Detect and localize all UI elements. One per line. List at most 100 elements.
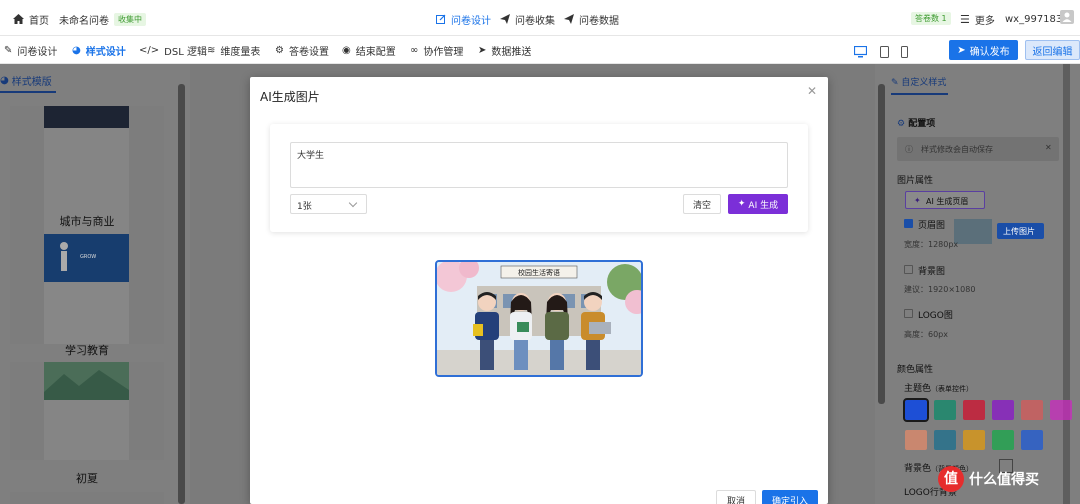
- palette-icon: ◕: [72, 45, 81, 56]
- toolbar-item-data-push[interactable]: ➤ 数据推送: [478, 44, 532, 58]
- gear-icon: ⚙: [275, 45, 284, 56]
- right-panel-scrollbar-left[interactable]: [878, 84, 885, 404]
- upload-button[interactable]: 上传图片: [997, 223, 1044, 239]
- template-card-early-summer[interactable]: [10, 362, 164, 460]
- mobile-icon[interactable]: [901, 46, 908, 58]
- template-thumbnail-body: [44, 282, 129, 344]
- ai-generate-button[interactable]: ✦ AI 生成: [728, 194, 788, 214]
- top-bar: 首页 未命名问卷 收集中 问卷设计 问卷收集 问卷数据 答卷数 1 ☰ 更多 w…: [0, 0, 1080, 36]
- theme-color-swatch[interactable]: [1021, 400, 1043, 420]
- survey-title[interactable]: 未命名问卷 收集中: [59, 12, 146, 27]
- status-badge: 收集中: [114, 12, 146, 26]
- theme-color-swatch[interactable]: [963, 430, 985, 450]
- theme-color-swatch[interactable]: [1050, 400, 1072, 420]
- theme-color-swatch[interactable]: [903, 398, 929, 422]
- info-icon: ⓘ: [905, 145, 913, 154]
- send-icon: [564, 14, 574, 24]
- logo-img-checkbox[interactable]: [904, 309, 913, 318]
- confirm-import-button[interactable]: 确定引入: [762, 490, 818, 504]
- theme-color-swatch[interactable]: [963, 400, 985, 420]
- send-icon: ➤: [478, 45, 487, 56]
- tab-custom-style[interactable]: ✎ 自定义样式: [891, 75, 946, 88]
- template-thumbnail-header: [44, 362, 129, 400]
- ai-header-button[interactable]: ✦ AI 生成页眉: [905, 191, 985, 209]
- toolbar-label: 结束配置: [355, 47, 396, 58]
- tab-style-templates[interactable]: ◕ 样式模版: [0, 73, 52, 88]
- template-label: 城市与商业: [59, 215, 115, 228]
- tab-survey-collect[interactable]: 问卷收集: [500, 12, 555, 27]
- edit-icon: ✎: [4, 45, 13, 56]
- close-icon[interactable]: ✕: [1045, 143, 1052, 152]
- template-panel: ◕ 样式模版 城市与商业 GROW 学习教育 初夏: [0, 64, 190, 504]
- student-illustration-icon: GROW: [60, 242, 96, 271]
- watermark-logo-icon: 值: [938, 466, 964, 492]
- home-link[interactable]: 首页: [13, 12, 49, 27]
- toolbar-label: DSL 逻辑: [164, 47, 207, 58]
- header-img-label: 页眉图: [918, 221, 946, 231]
- toolbar-label: 数据推送: [491, 47, 532, 58]
- config-title-label: 配置项: [908, 119, 936, 129]
- answer-count[interactable]: 答卷数 1: [911, 11, 951, 25]
- toolbar-item-dsl-logic[interactable]: </> DSL 逻辑: [139, 44, 207, 58]
- theme-color-swatch[interactable]: [905, 430, 927, 450]
- toolbar-item-survey-design[interactable]: ✎ 问卷设计: [4, 44, 57, 58]
- survey-title-text: 未命名问卷: [59, 15, 109, 27]
- template-thumbnail-body: [44, 400, 129, 460]
- toolbar-item-collaboration[interactable]: ∞ 协作管理: [410, 44, 464, 58]
- theme-color-swatch[interactable]: [992, 400, 1014, 420]
- clear-button[interactable]: 清空: [683, 194, 721, 214]
- edit-icon: ✎: [891, 78, 899, 88]
- template-thumbnail-header: GROW: [44, 234, 129, 282]
- more-menu[interactable]: ☰ 更多: [960, 12, 995, 27]
- ai-icon: ✦: [737, 199, 746, 209]
- send-icon: ➤: [957, 44, 966, 56]
- toolbar-item-end-config[interactable]: ◉ 结束配置: [342, 44, 396, 58]
- bg-color-text: 背景色: [904, 464, 932, 474]
- desktop-icon[interactable]: [854, 46, 867, 58]
- editor-toolbar: ✎ 问卷设计 ◕ 样式设计 </> DSL 逻辑 ≋ 维度量表 ⚙ 答卷设置 ◉…: [0, 36, 1080, 64]
- config-title: ⚙ 配置项: [897, 116, 935, 129]
- close-icon[interactable]: ✕: [807, 84, 817, 98]
- avatar[interactable]: [1060, 10, 1074, 24]
- bg-suggest-text: 建议：1920×1080: [904, 285, 976, 294]
- theme-color-swatch[interactable]: [934, 430, 956, 450]
- back-label: 返回编辑: [1032, 46, 1073, 58]
- cancel-button[interactable]: 取消: [716, 490, 756, 504]
- toolbar-item-dimension-scale[interactable]: ≋ 维度量表: [207, 44, 260, 58]
- theme-color-swatch[interactable]: [934, 400, 956, 420]
- bg-img-label: 背景图: [918, 267, 946, 277]
- watermark-text: 什么值得买: [969, 472, 1039, 488]
- user-icon: [1062, 12, 1072, 22]
- theme-color-label: 主题色（表单控件）: [904, 381, 973, 394]
- template-card-education[interactable]: GROW: [10, 234, 164, 344]
- eye-icon: ◉: [342, 45, 351, 56]
- theme-color-swatch[interactable]: [1021, 430, 1043, 450]
- tab-custom-style-label: 自定义样式: [901, 78, 947, 88]
- tab-underline: [0, 91, 56, 93]
- toolbar-item-answer-settings[interactable]: ⚙ 答卷设置: [275, 44, 329, 58]
- tab-underline: [891, 93, 948, 95]
- tab-survey-design[interactable]: 问卷设计: [436, 12, 491, 27]
- header-img-checkbox[interactable]: [904, 219, 913, 228]
- home-icon: [13, 14, 24, 24]
- auto-save-notice: ⓘ 样式修改会自动保存 ✕: [897, 137, 1059, 161]
- toolbar-item-style-design[interactable]: ◕ 样式设计: [72, 44, 126, 58]
- publish-button[interactable]: ➤ 确认发布: [949, 40, 1018, 60]
- left-scrollbar[interactable]: [178, 84, 185, 504]
- image-props-title: 图片属性: [897, 176, 934, 186]
- tab-survey-data[interactable]: 问卷数据: [564, 12, 619, 27]
- template-card-next[interactable]: [10, 492, 164, 504]
- auto-save-text: 样式修改会自动保存: [921, 145, 993, 154]
- menu-icon: ☰: [960, 12, 970, 26]
- header-img-thumbnail: [954, 219, 992, 244]
- back-to-edit-button[interactable]: 返回编辑: [1025, 40, 1080, 60]
- right-panel-scrollbar[interactable]: [1063, 64, 1070, 504]
- theme-color-swatch[interactable]: [992, 430, 1014, 450]
- code-icon: </>: [139, 45, 160, 56]
- toolbar-label: 协作管理: [423, 47, 464, 58]
- prompt-textarea[interactable]: 大学生: [290, 142, 788, 188]
- generated-image[interactable]: 校园生活寄语: [435, 260, 643, 377]
- bg-img-checkbox[interactable]: [904, 265, 913, 274]
- toolbar-label: 样式设计: [85, 47, 126, 58]
- tablet-icon[interactable]: [880, 46, 889, 58]
